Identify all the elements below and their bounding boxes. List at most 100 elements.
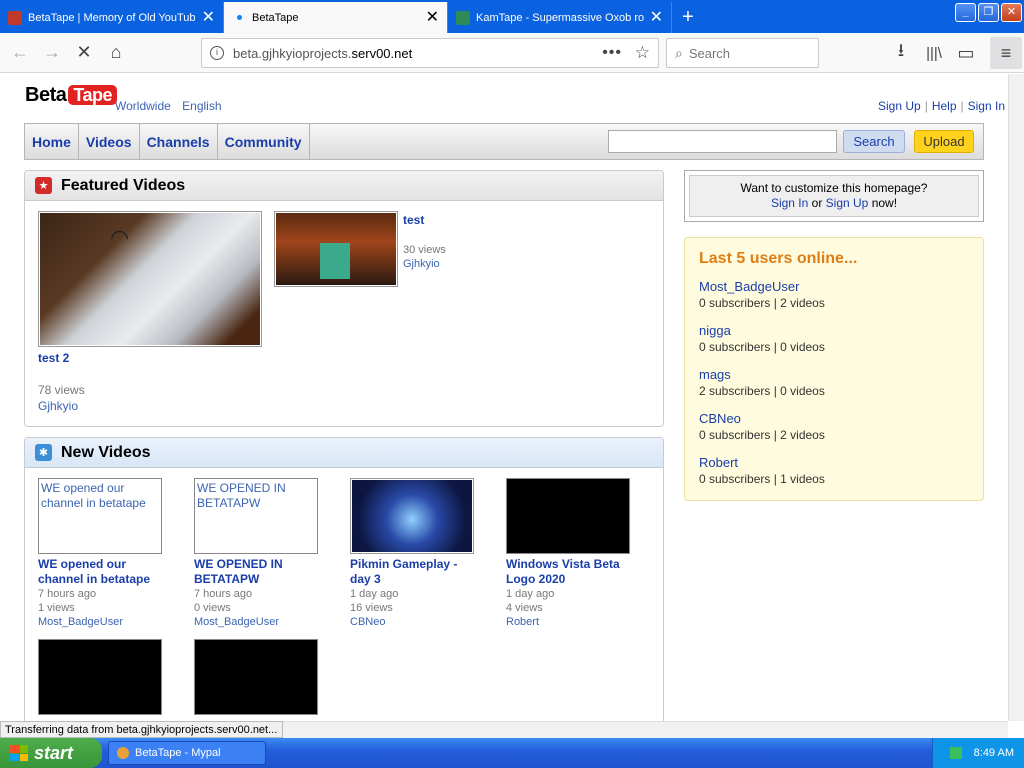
site-info-icon[interactable]: i: [210, 46, 224, 60]
video-thumbnail[interactable]: [274, 211, 398, 287]
video-age: 7 hours ago: [38, 588, 97, 600]
tab-strip: BetaTape | Memory of Old YouTube ✕ BetaT…: [0, 0, 1024, 33]
start-button[interactable]: start: [0, 738, 102, 768]
pikmin-thumbnail: [352, 480, 472, 552]
user-stats: 0 subscribers | 1 videos: [699, 472, 825, 486]
user-name-link[interactable]: Most_BadgeUser: [699, 278, 969, 295]
video-title-link[interactable]: Windows Vista Beta Logo 2020: [506, 557, 630, 587]
video-thumbnail[interactable]: [194, 639, 318, 715]
help-link[interactable]: Help: [928, 99, 961, 113]
vertical-scrollbar[interactable]: [1008, 74, 1024, 721]
video-title-link[interactable]: test 2: [38, 351, 69, 366]
customize-signup-link[interactable]: Sign Up: [826, 196, 869, 210]
nav-channels[interactable]: Channels: [140, 124, 218, 159]
close-tab-icon[interactable]: ✕: [426, 9, 439, 26]
new-tab-icon[interactable]: +: [672, 2, 704, 33]
minimize-window-icon[interactable]: _: [955, 3, 976, 22]
library-icon[interactable]: |||\: [918, 37, 950, 69]
back-arrow-icon[interactable]: ←: [4, 37, 36, 69]
video-thumbnail[interactable]: [350, 478, 474, 554]
video-views: 4 views: [506, 602, 543, 614]
kamtape-favicon-icon: [456, 10, 470, 25]
sidebar-toggle-icon[interactable]: ▭: [950, 37, 982, 69]
video-user-link[interactable]: CBNeo: [350, 615, 385, 629]
page-actions-icon[interactable]: •••: [602, 44, 622, 62]
upload-button[interactable]: Upload: [914, 130, 974, 153]
list-item: nigga 0 subscribers | 0 videos: [699, 322, 969, 356]
video-title-link[interactable]: WE opened our channel in betatape: [38, 557, 162, 587]
taskbar-window-title: BetaTape - Mypal: [135, 747, 221, 759]
horizontal-scrollbar[interactable]: [283, 721, 1008, 738]
tab-kamtape[interactable]: KamTape - Supermassive Oxob ro ✕: [448, 2, 672, 33]
video-thumbnail[interactable]: WE OPENED IN BETATAPW: [194, 478, 318, 554]
url-prefix: beta.gjhkyioprojects.: [233, 45, 352, 61]
close-window-icon[interactable]: ✕: [1001, 3, 1022, 22]
address-bar[interactable]: i beta.gjhkyioprojects. serv00.net ••• ☆: [201, 38, 659, 68]
tab-betatape[interactable]: BetaTape ✕: [224, 2, 448, 33]
video-thumbnail[interactable]: [506, 478, 630, 554]
user-stats: 0 subscribers | 0 videos: [699, 340, 825, 354]
customize-now: now!: [871, 196, 898, 210]
navigation-toolbar: ← → ✕ ⌂ i beta.gjhkyioprojects. serv00.ne…: [0, 33, 1024, 73]
list-item: mags 2 subscribers | 0 videos: [699, 366, 969, 400]
downloads-icon[interactable]: ⭳: [885, 37, 917, 69]
signin-link[interactable]: Sign In: [964, 99, 1008, 113]
taskbar-window-button[interactable]: BetaTape - Mypal: [108, 741, 266, 765]
user-name-link[interactable]: Robert: [699, 454, 969, 471]
video-title-link[interactable]: test: [403, 213, 424, 228]
video-views: 30 views: [403, 244, 446, 256]
video-user-link[interactable]: Most_BadgeUser: [38, 615, 123, 629]
signup-link[interactable]: Sign Up: [874, 99, 925, 113]
site-search-input[interactable]: [608, 130, 837, 153]
list-item: Robert 0 subscribers | 1 videos: [699, 454, 969, 488]
nav-community[interactable]: Community: [218, 124, 310, 159]
user-name-link[interactable]: CBNeo: [699, 410, 969, 427]
video-views: 0 views: [194, 602, 231, 614]
video-user-link[interactable]: Robert: [506, 615, 539, 629]
forward-arrow-icon[interactable]: →: [36, 37, 68, 69]
video-views: 16 views: [350, 602, 393, 614]
featured-videos-panel: ★ Featured Videos ◠ test 2 78 views Gjhk…: [24, 170, 664, 427]
video-user-link[interactable]: Most_BadgeUser: [194, 615, 279, 629]
video-title-link[interactable]: Pikmin Gameplay - day 3: [350, 557, 474, 587]
user-stats: 0 subscribers | 2 videos: [699, 296, 825, 310]
nav-videos[interactable]: Videos: [79, 124, 140, 159]
maximize-window-icon[interactable]: ❐: [978, 3, 999, 22]
bookmark-star-icon[interactable]: ☆: [635, 43, 650, 63]
language-link[interactable]: English: [182, 99, 221, 113]
nav-home[interactable]: Home: [25, 124, 79, 159]
video-thumbnail[interactable]: ◠: [38, 211, 262, 347]
account-links: Sign Up | Help | Sign In: [874, 99, 1008, 113]
customize-signin-link[interactable]: Sign In: [771, 196, 808, 210]
user-name-link[interactable]: mags: [699, 366, 969, 383]
betatape-logo[interactable]: Beta Tape: [25, 84, 118, 107]
url-domain: serv00.net: [351, 45, 413, 61]
stop-loading-icon[interactable]: ✕: [68, 37, 100, 69]
video-age: 1 day ago: [350, 588, 399, 600]
video-views: 1 views: [38, 602, 75, 614]
video-title-link[interactable]: WE OPENED IN BETATAPW: [194, 557, 318, 587]
search-button[interactable]: Search: [843, 130, 905, 153]
main-menu: Home Videos Channels Community Search Up…: [24, 123, 984, 160]
network-tray-icon[interactable]: [949, 747, 962, 759]
loading-dot-icon: [232, 11, 246, 25]
region-settings: Worldwide English: [115, 99, 230, 113]
tab-betatape-memory[interactable]: BetaTape | Memory of Old YouTube ✕: [0, 2, 224, 33]
list-item: CBNeo 0 subscribers | 2 videos: [699, 410, 969, 444]
video-user-link[interactable]: Gjhkyio: [38, 399, 78, 413]
windows-flag-icon: [10, 745, 28, 761]
featured-header: ★ Featured Videos: [25, 171, 663, 201]
hamburger-menu-icon[interactable]: ≡: [990, 37, 1022, 69]
user-name-link[interactable]: nigga: [699, 322, 969, 339]
video-thumbnail[interactable]: [38, 639, 162, 715]
close-tab-icon[interactable]: ✕: [202, 9, 215, 26]
tab-title: BetaTape | Memory of Old YouTube: [28, 11, 196, 24]
video-thumbnail[interactable]: WE opened our channel in betatape: [38, 478, 162, 554]
close-tab-icon[interactable]: ✕: [650, 9, 663, 26]
user-stats: 0 subscribers | 2 videos: [699, 428, 825, 442]
browser-search-field[interactable]: ⌕ Search: [666, 38, 819, 68]
video-user-link[interactable]: Gjhkyio: [403, 257, 440, 271]
home-icon[interactable]: ⌂: [100, 37, 132, 69]
customize-or: or: [811, 196, 823, 210]
worldwide-link[interactable]: Worldwide: [115, 99, 171, 113]
